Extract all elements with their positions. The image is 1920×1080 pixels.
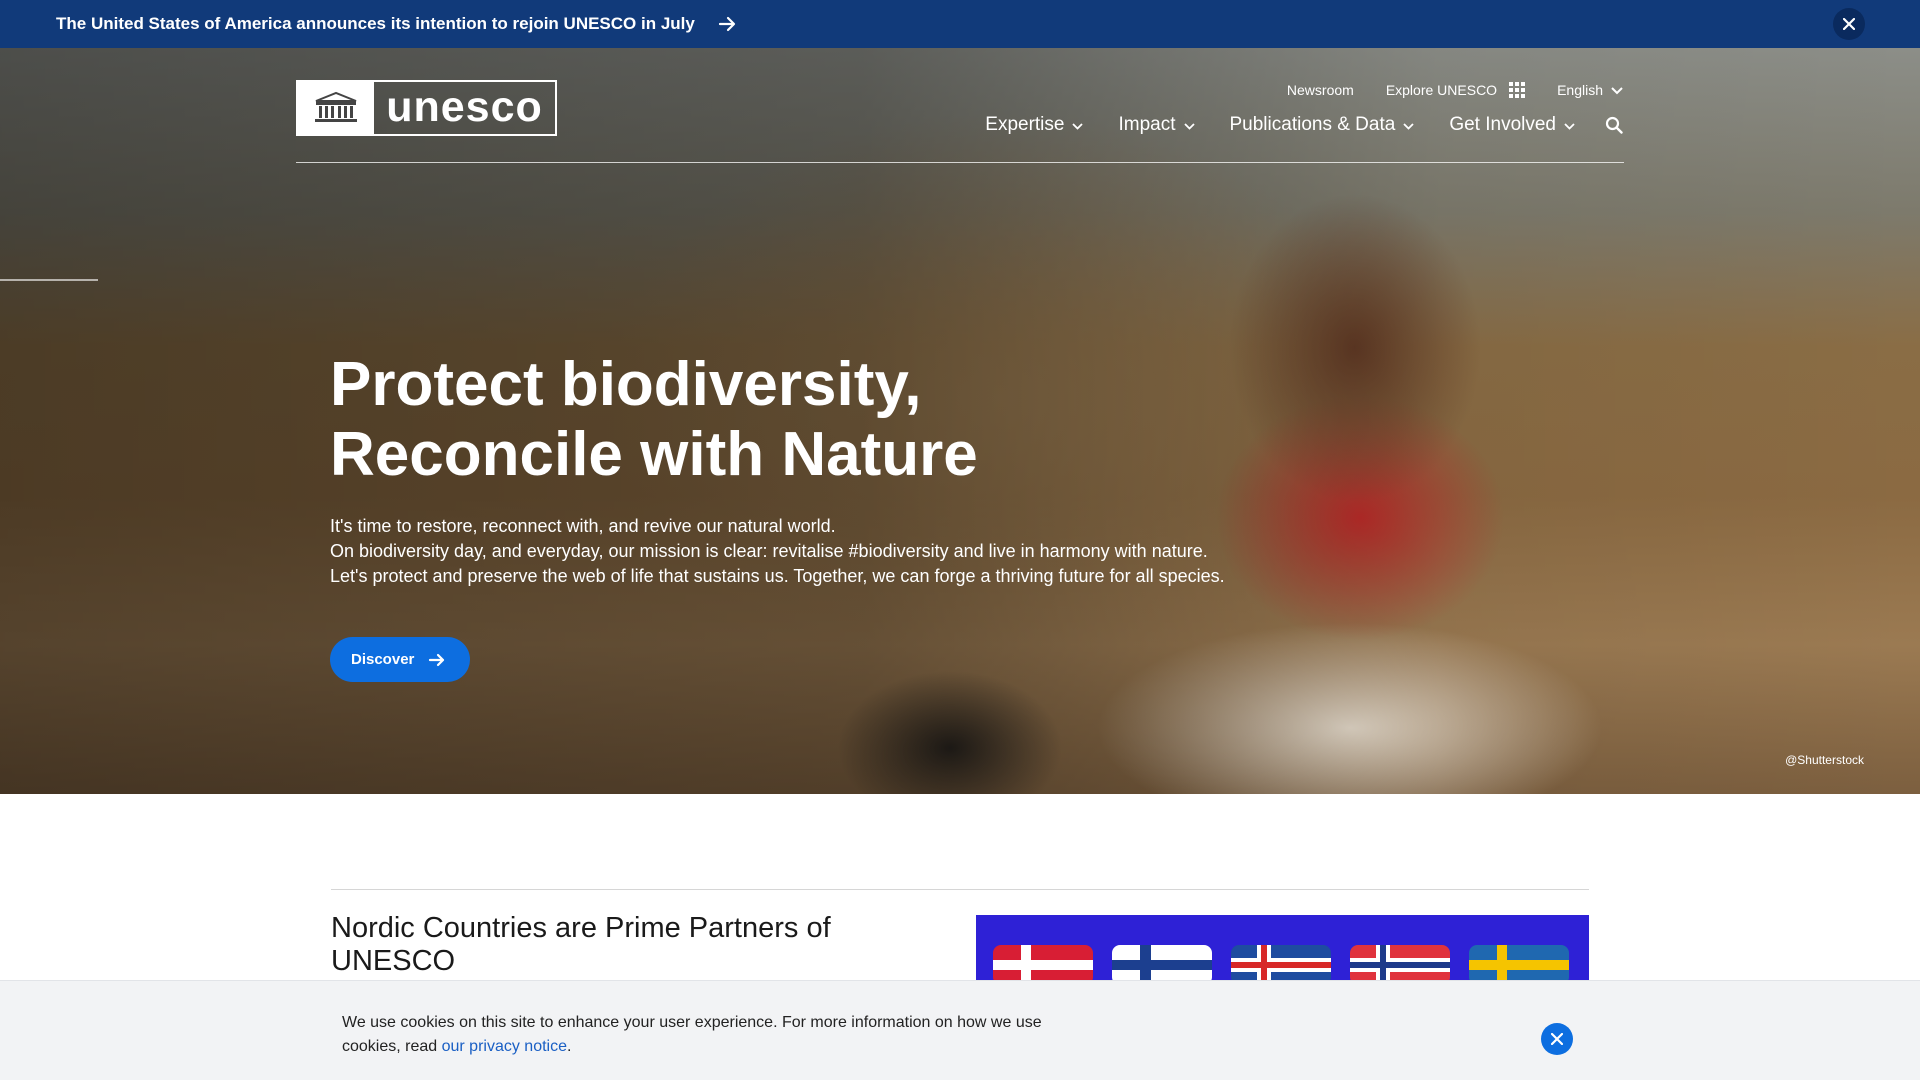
logo-wordmark: unesco [386, 82, 543, 131]
header-divider [296, 162, 1624, 163]
discover-label: Discover [351, 651, 415, 668]
language-label: English [1557, 82, 1603, 98]
flag-iceland-icon [1231, 945, 1331, 980]
hero-description-line: On biodiversity day, and everyday, our m… [330, 541, 1208, 561]
arrow-right-icon [429, 653, 445, 666]
section-divider [331, 889, 1589, 890]
hero-description-line: It's time to restore, reconnect with, an… [330, 516, 836, 536]
article-title[interactable]: Nordic Countries are Prime Partners of U… [331, 912, 911, 978]
flag-denmark-icon [993, 945, 1093, 980]
apps-grid-icon [1509, 82, 1526, 98]
nav-label: Impact [1118, 114, 1176, 135]
unesco-logo[interactable]: unesco [296, 80, 557, 136]
chevron-down-icon [1403, 114, 1414, 136]
flag-norway-icon [1350, 945, 1450, 980]
nordic-flags-image[interactable] [976, 915, 1589, 980]
chevron-down-icon [1183, 114, 1195, 136]
hero-progress-line [0, 279, 98, 281]
hero-title: Protect biodiversity, Reconcile with Nat… [330, 350, 978, 490]
image-credit: @Shutterstock [1785, 753, 1864, 767]
discover-button[interactable]: Discover [330, 637, 470, 682]
flag-sweden-icon [1469, 945, 1569, 980]
nav-expertise[interactable]: Expertise [985, 114, 1084, 136]
language-selector[interactable]: English [1557, 82, 1623, 98]
hero-title-line: Reconcile with Nature [330, 420, 978, 489]
search-icon[interactable] [1605, 116, 1623, 134]
nav-label: Expertise [985, 114, 1065, 135]
hero-title-line: Protect biodiversity, [330, 350, 922, 419]
chevron-down-icon [1072, 114, 1084, 136]
main-nav: Expertise Impact Publications & Data Get… [950, 114, 1623, 136]
announcement-link[interactable]: The United States of America announces i… [56, 14, 695, 34]
nav-label: Get Involved [1449, 114, 1556, 135]
privacy-notice-link[interactable]: our privacy notice [442, 1038, 567, 1055]
nav-label: Publications & Data [1229, 114, 1396, 135]
arrow-right-icon[interactable] [717, 14, 737, 34]
close-icon[interactable] [1541, 1023, 1573, 1055]
nav-publications-data[interactable]: Publications & Data [1230, 114, 1415, 136]
newsroom-link[interactable]: Newsroom [1287, 82, 1354, 98]
cookie-message-end: . [567, 1038, 572, 1055]
explore-unesco-button[interactable]: Explore UNESCO [1385, 82, 1526, 98]
hero-description: It's time to restore, reconnect with, an… [330, 514, 1225, 589]
cookie-message: We use cookies on this site to enhance y… [342, 1011, 1102, 1059]
chevron-down-icon [1564, 114, 1575, 136]
flag-finland-icon [1112, 945, 1212, 980]
utility-nav: Newsroom Explore UNESCO English [1255, 82, 1623, 98]
close-icon[interactable] [1833, 8, 1865, 40]
nav-get-involved[interactable]: Get Involved [1449, 114, 1575, 136]
hero-description-line: Let's protect and preserve the web of li… [330, 566, 1225, 586]
cookie-banner: We use cookies on this site to enhance y… [0, 980, 1920, 1080]
chevron-down-icon [1611, 82, 1623, 98]
announcement-bar: The United States of America announces i… [0, 0, 1920, 48]
nav-impact[interactable]: Impact [1118, 114, 1195, 136]
temple-emblem-icon [298, 82, 374, 134]
explore-unesco-label: Explore UNESCO [1385, 82, 1498, 98]
